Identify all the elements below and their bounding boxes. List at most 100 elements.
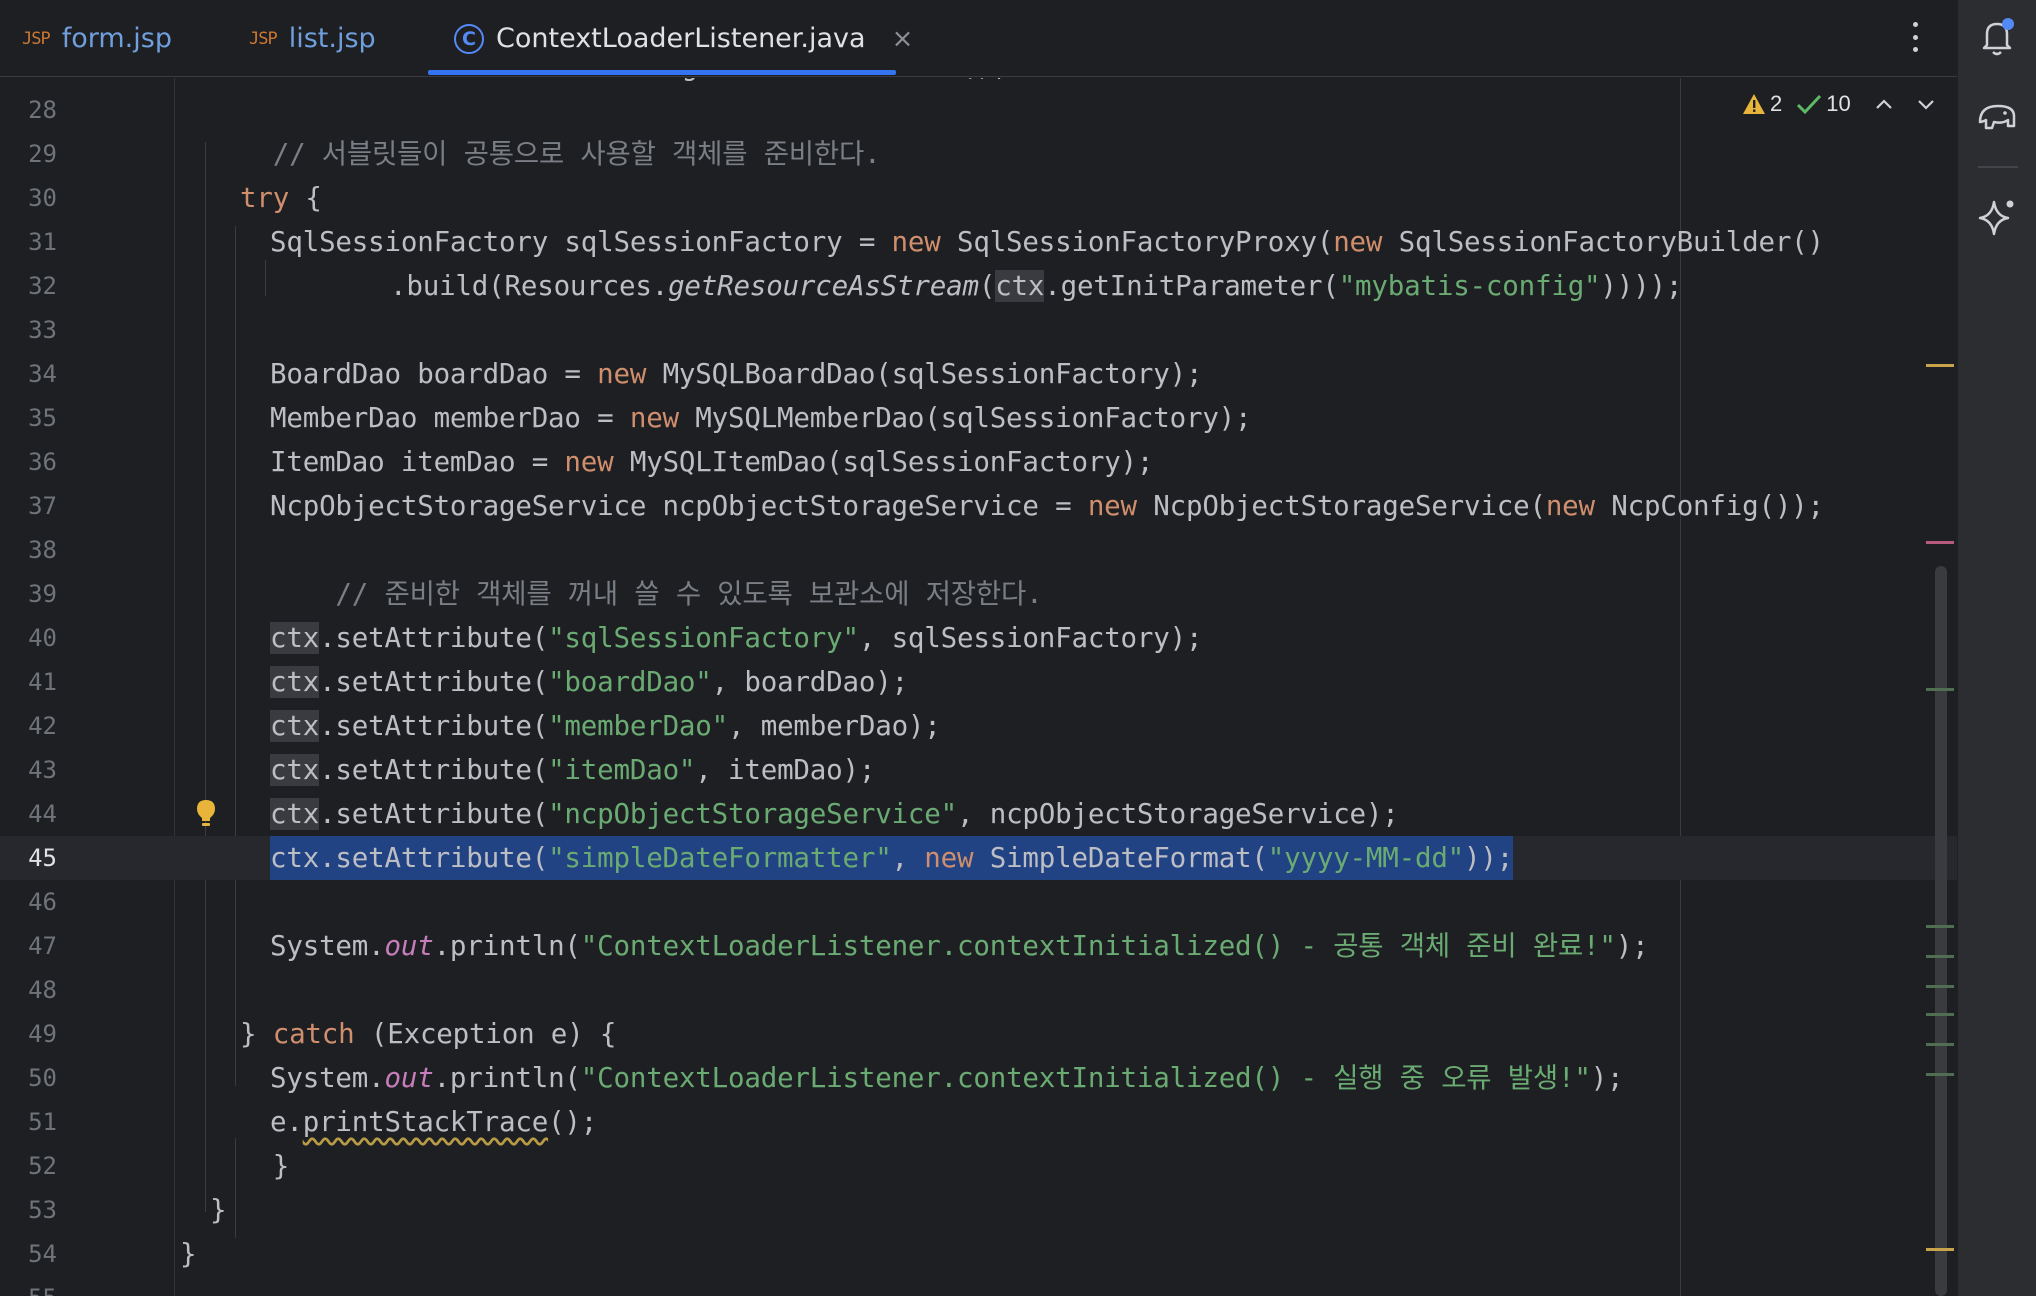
code-line[interactable]: 37 NcpObjectStorageService ncpObjectStor… [0,484,1957,528]
tab-label: form.jsp [61,23,172,54]
code-line[interactable]: 41 ctx.setAttribute("boardDao", boardDao… [0,660,1957,704]
warning-icon [1743,94,1765,114]
chevron-up-icon[interactable] [1873,93,1895,115]
tab-label: list.jsp [288,23,376,54]
warning-marker[interactable] [1926,364,1954,367]
warning-marker[interactable] [1926,1248,1954,1251]
code-line[interactable]: 39 // 준비한 객체를 꺼내 쓸 수 있도록 보관소에 저장한다. [0,572,1957,616]
tab-form-jsp[interactable]: JSP form.jsp [22,0,172,77]
code-line[interactable]: 33 [0,308,1957,352]
line-code: ctx.setAttribute("itemDao", itemDao); [270,754,876,786]
code-line[interactable]: 42 ctx.setAttribute("memberDao", memberD… [0,704,1957,748]
line-code: // 서블릿들이 공통으로 사용할 객체를 준비한다. [240,138,881,170]
line-code: ItemDao itemDao = new MySQLItemDao(sqlSe… [270,446,1154,478]
code-line[interactable]: 49 } catch (Exception e) { [0,1012,1957,1056]
line-number: 53 [28,1196,57,1224]
typo-marker[interactable] [1926,985,1954,988]
code-line[interactable]: 44 ctx.setAttribute("ncpObjectStorageSer… [0,792,1957,836]
code-line[interactable]: 55 [0,1276,1957,1296]
typo-marker[interactable] [1926,955,1954,958]
line-number: 37 [28,492,57,520]
code-line[interactable]: 31 SqlSessionFactory sqlSessionFactory =… [0,220,1957,264]
code-line[interactable]: 54 } [0,1232,1957,1276]
code-line[interactable]: 50 System.out.println("ContextLoaderList… [0,1056,1957,1100]
code-line[interactable]: 28 [0,88,1957,132]
line-number: 45 [28,844,57,872]
ai-sparkle-icon[interactable] [1972,192,2022,242]
code-line[interactable]: 35 MemberDao memberDao = new MySQLMember… [0,396,1957,440]
code-line[interactable]: 48 [0,968,1957,1012]
line-number: 33 [28,316,57,344]
line-code: MemberDao memberDao = new MySQLMemberDao… [270,402,1252,434]
line-number: 35 [28,404,57,432]
inspection-widget[interactable]: 2 10 [1742,86,1941,122]
code-line[interactable]: 47 System.out.println("ContextLoaderList… [0,924,1957,968]
typo-marker[interactable] [1926,1073,1954,1076]
warning-count[interactable]: 2 [1742,91,1782,117]
tab-list-jsp[interactable]: JSP list.jsp [249,0,376,77]
code-line[interactable]: 32 .build(Resources.getResourceAsStream(… [0,264,1957,308]
line-number: 42 [28,712,57,740]
code-line[interactable]: 27 ServletContext ctx = sce.getServletCo… [0,78,1957,88]
line-number: 46 [28,888,57,916]
line-number: 50 [28,1064,57,1092]
code-line[interactable]: 43 ctx.setAttribute("itemDao", itemDao); [0,748,1957,792]
line-number: 41 [28,668,57,696]
line-number: 48 [28,976,57,1004]
code-line[interactable]: 51 e.printStackTrace(); [0,1100,1957,1144]
tab-contextloaderlistener-java[interactable]: C ContextLoaderListener.java × [454,0,913,77]
error-marker[interactable] [1926,541,1954,544]
line-code: try { [240,182,322,214]
intention-bulb-icon[interactable] [195,798,217,830]
line-number: 29 [28,140,57,168]
code-line[interactable]: 53 } [0,1188,1957,1232]
code-line[interactable]: 30 try { [0,176,1957,220]
line-code: System.out.println("ContextLoaderListene… [270,930,1649,962]
line-code: ctx.setAttribute("sqlSessionFactory", sq… [270,622,1203,654]
notifications-icon[interactable] [1972,12,2022,62]
line-code: } [210,1194,227,1226]
line-number: 54 [28,1240,57,1268]
line-code: } catch (Exception e) { [240,1018,617,1050]
typo-marker[interactable] [1926,688,1954,691]
code-line-current[interactable]: 45 ctx.setAttribute("simpleDateFormatter… [0,836,1957,880]
ok-count[interactable]: 10 [1796,91,1851,117]
line-code: } [240,1150,290,1182]
ok-count-label: 10 [1826,91,1851,116]
line-code: SqlSessionFactory sqlSessionFactory = ne… [270,226,1824,258]
line-code: } [180,1238,197,1270]
chevron-down-icon[interactable] [1915,93,1937,115]
vertical-scrollbar[interactable] [1935,566,1947,1296]
code-editor[interactable]: 27 ServletContext ctx = sce.getServletCo… [0,78,1957,1296]
code-line[interactable]: 29 // 서블릿들이 공통으로 사용할 객체를 준비한다. [0,132,1957,176]
typo-marker[interactable] [1926,1043,1954,1046]
code-line[interactable]: 34 BoardDao boardDao = new MySQLBoardDao… [0,352,1957,396]
line-number: 47 [28,932,57,960]
check-icon [1797,94,1822,115]
typo-marker[interactable] [1926,925,1954,928]
more-options-icon[interactable] [1905,14,1925,60]
line-code: System.out.println("ContextLoaderListene… [270,1062,1624,1094]
code-line[interactable]: 40 ctx.setAttribute("sqlSessionFactory",… [0,616,1957,660]
line-code: ctx.setAttribute("boardDao", boardDao); [270,666,908,698]
typo-marker[interactable] [1926,1013,1954,1016]
code-line[interactable]: 52 } [0,1144,1957,1188]
code-line[interactable]: 38 [0,528,1957,572]
line-number: 49 [28,1020,57,1048]
line-code: ctx.setAttribute("memberDao", memberDao)… [270,710,941,742]
line-number: 30 [28,184,57,212]
jsp-file-icon: JSP [249,28,278,49]
right-tool-strip [1957,0,2036,1296]
line-code: ctx.setAttribute("ncpObjectStorageServic… [270,798,1399,830]
line-code: BoardDao boardDao = new MySQLBoardDao(sq… [270,358,1203,390]
line-number: 38 [28,536,57,564]
editor-tab-bar: JSP form.jsp JSP list.jsp C ContextLoade… [0,0,1957,77]
code-line[interactable]: 46 [0,880,1957,924]
selected-code[interactable]: ctx.setAttribute("simpleDateFormatter", … [270,836,1513,880]
line-number: 34 [28,360,57,388]
line-number: 36 [28,448,57,476]
database-elephant-icon[interactable] [1972,92,2022,142]
code-line[interactable]: 36 ItemDao itemDao = new MySQLItemDao(sq… [0,440,1957,484]
close-tab-icon[interactable]: × [892,24,914,54]
line-number: 31 [28,228,57,256]
